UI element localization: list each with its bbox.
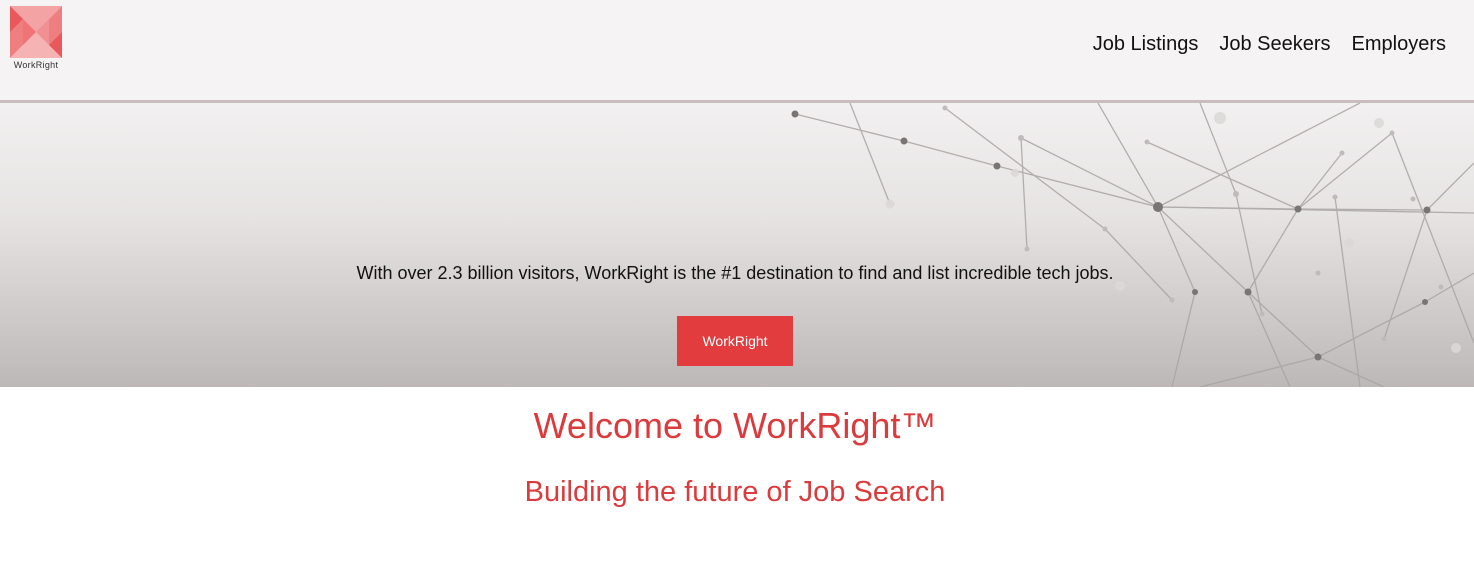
site-header: WorkRight Job Listings Job Seekers Emplo… [0,0,1474,100]
logo-wordmark: WorkRight [13,60,59,70]
hero-banner: With over 2.3 billion visitors, WorkRigh… [0,103,1474,387]
workright-logo[interactable]: WorkRight [10,6,62,72]
hero-tagline: With over 2.3 billion visitors, WorkRigh… [356,263,1114,283]
welcome-title: Welcome to WorkRight™ [533,405,937,446]
nav-job-seekers[interactable]: Job Seekers [1219,32,1330,56]
main-nav: Job Listings Job Seekers Employers [1093,32,1446,56]
logo-icon [10,6,62,58]
nav-job-listings[interactable]: Job Listings [1093,32,1199,56]
welcome-subtitle: Building the future of Job Search [524,476,946,508]
workright-cta-button[interactable]: WorkRight [677,316,793,366]
nav-employers[interactable]: Employers [1352,32,1446,56]
